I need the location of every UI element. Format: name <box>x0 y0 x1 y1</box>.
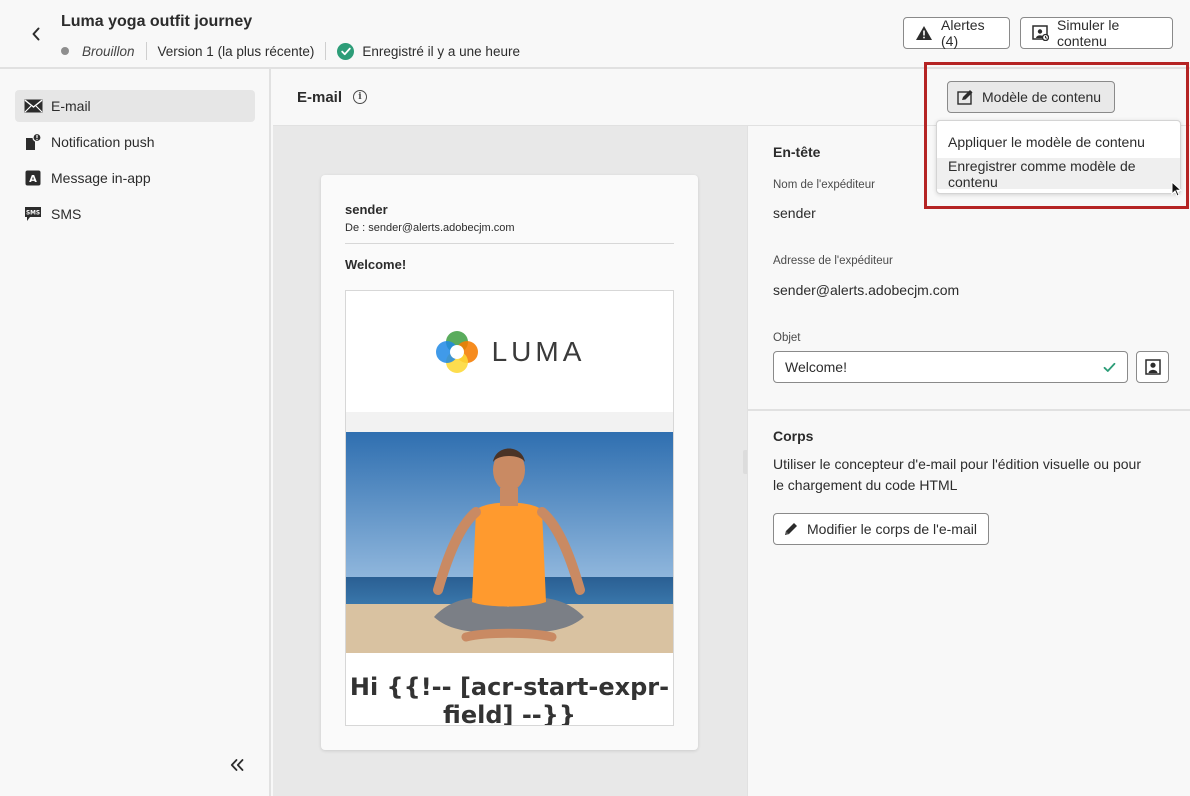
subject-input-value: Welcome! <box>785 359 847 375</box>
sidebar: E-mail Notification push A Message in-ap… <box>0 69 271 796</box>
properties-panel: En-tête Nom de l'expéditeur sender Adres… <box>747 126 1190 796</box>
sidebar-item-push-notification[interactable]: Notification push <box>15 126 255 158</box>
template-edit-icon <box>957 89 975 105</box>
in-app-icon: A <box>23 169 43 187</box>
mail-icon <box>23 97 43 115</box>
email-preview-card: sender De : sender@alerts.adobecjm.com W… <box>321 175 698 750</box>
sender-address-label: Adresse de l'expéditeur <box>773 255 893 267</box>
sidebar-item-label: Notification push <box>51 134 155 150</box>
sidebar-item-sms[interactable]: SMS SMS <box>15 198 255 230</box>
status-text: Brouillon <box>82 43 135 59</box>
sidebar-item-in-app[interactable]: A Message in-app <box>15 162 255 194</box>
svg-text:SMS: SMS <box>26 211 40 217</box>
menu-item-apply-template[interactable]: Appliquer le modèle de contenu <box>937 126 1180 157</box>
saved-check-icon <box>337 42 355 60</box>
divider <box>748 409 1190 411</box>
preview-sender: sender <box>345 202 388 217</box>
menu-item-save-as-template[interactable]: Enregistrer comme modèle de contenu <box>937 158 1180 190</box>
sender-name-value: sender <box>773 205 816 221</box>
top-bar: Luma yoga outfit journey Brouillon Versi… <box>0 0 1190 69</box>
preview-subject: Welcome! <box>345 257 407 272</box>
simulate-icon <box>1032 25 1049 41</box>
status-dot <box>61 47 69 55</box>
alerts-label: Alertes (4) <box>941 17 985 49</box>
content-template-button[interactable]: Modèle de contenu <box>947 81 1116 113</box>
sender-address-value: sender@alerts.adobecjm.com <box>773 282 960 298</box>
divider <box>145 42 147 60</box>
chevron-left-icon <box>32 27 40 41</box>
preview-from-label: De : <box>345 222 366 234</box>
pencil-icon <box>783 521 799 537</box>
sidebar-item-email[interactable]: E-mail <box>15 90 255 122</box>
back-button[interactable] <box>24 22 48 46</box>
simulate-label: Simuler le contenu <box>1057 17 1120 49</box>
luma-logo: LUMA <box>346 291 673 412</box>
preview-from: De : sender@alerts.adobecjm.com <box>345 222 515 234</box>
saved-text: Enregistré il y a une heure <box>362 43 520 59</box>
preview-from-address: sender@alerts.adobecjm.com <box>368 222 515 234</box>
sender-name-label: Nom de l'expéditeur <box>773 179 875 191</box>
content-template-menu: Appliquer le modèle de contenu Enregistr… <box>936 120 1181 194</box>
hero-image <box>346 432 673 653</box>
body-description: Utiliser le concepteur d'e-mail pour l'é… <box>773 456 1141 493</box>
sidebar-item-label: E-mail <box>51 98 91 114</box>
divider <box>325 42 327 60</box>
divider <box>345 243 674 244</box>
sms-icon: SMS <box>23 205 43 223</box>
header-section-title: En-tête <box>773 144 821 160</box>
page-title: Luma yoga outfit journey <box>61 13 253 30</box>
edit-body-label: Modifier le corps de l'e-mail <box>807 521 977 537</box>
alert-icon <box>915 25 933 41</box>
push-notification-icon <box>23 133 43 151</box>
email-body-preview: LUMA Hi {{!-- [acr-start-expr-field] --}… <box>345 290 674 726</box>
alerts-button[interactable]: Alertes (4) <box>903 17 1010 49</box>
email-preview-area: sender De : sender@alerts.adobecjm.com W… <box>273 126 747 796</box>
edit-email-body-button[interactable]: Modifier le corps de l'e-mail <box>773 513 989 545</box>
double-chevron-left-icon <box>230 759 244 771</box>
personalization-icon <box>1144 359 1161 375</box>
section-title: E-mail <box>297 89 343 106</box>
sidebar-item-label: SMS <box>51 206 82 222</box>
spacer <box>346 412 673 432</box>
content-template-label: Modèle de contenu <box>982 89 1102 105</box>
svg-text:A: A <box>29 174 37 185</box>
luma-flower-icon <box>435 330 478 373</box>
info-icon[interactable]: i <box>353 90 367 104</box>
mouse-cursor-icon <box>1171 180 1183 200</box>
collapse-sidebar-button[interactable] <box>225 753 249 777</box>
subject-input[interactable]: Welcome! <box>773 351 1128 383</box>
personalization-button[interactable] <box>1136 351 1169 383</box>
journey-meta: Brouillon Version 1 (la plus récente) En… <box>61 42 520 60</box>
preview-greeting: Hi {{!-- [acr-start-expr-field] --}} <box>349 673 670 726</box>
subject-label: Objet <box>773 332 801 344</box>
logo-text: LUMA <box>491 335 586 367</box>
body-section-title: Corps <box>773 428 814 444</box>
valid-check-icon <box>1103 362 1116 372</box>
simulate-content-button[interactable]: Simuler le contenu <box>1020 17 1173 49</box>
sidebar-item-label: Message in-app <box>51 170 151 186</box>
version-text: Version 1 (la plus récente) <box>157 43 315 59</box>
